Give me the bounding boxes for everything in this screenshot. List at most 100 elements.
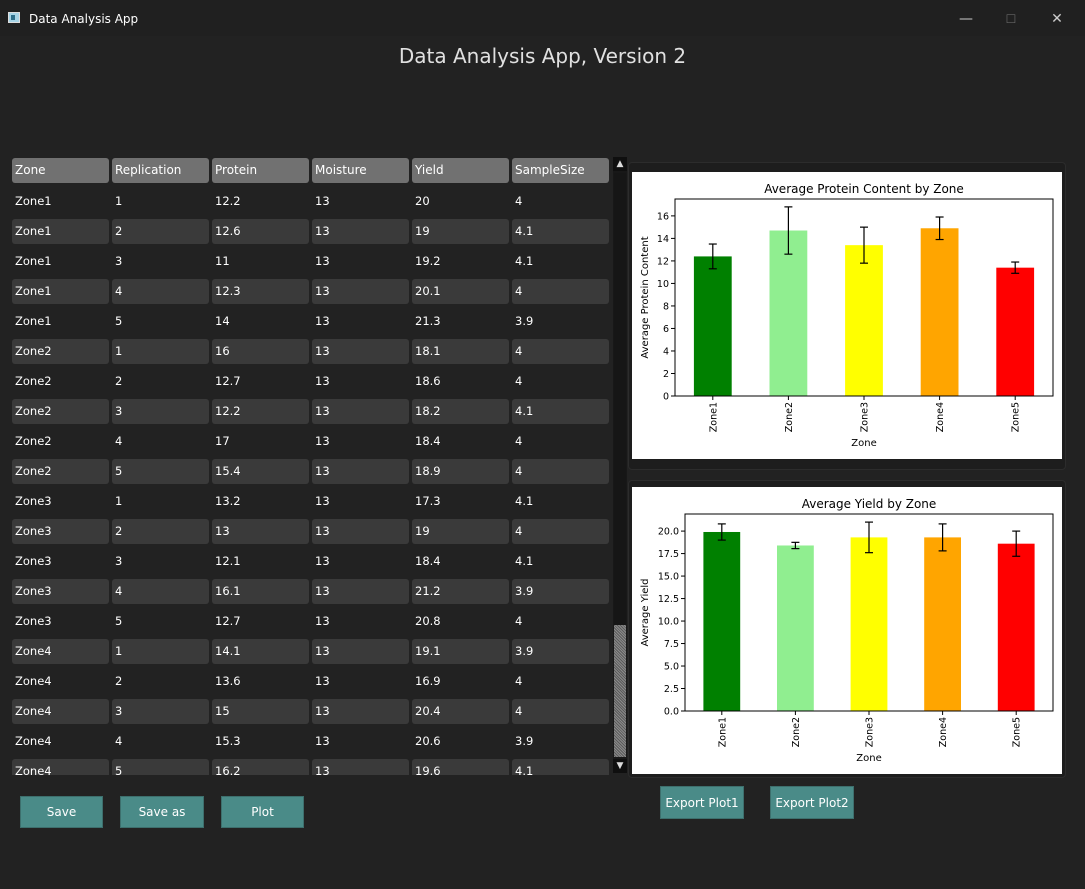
table-cell[interactable]: 14	[212, 309, 309, 334]
table-cell[interactable]: Zone3	[12, 489, 109, 514]
table-cell[interactable]: Zone3	[12, 549, 109, 574]
table-cell[interactable]: 20.8	[412, 609, 509, 634]
table-cell[interactable]: Zone4	[12, 759, 109, 775]
table-cell[interactable]: 18.4	[412, 429, 509, 454]
table-cell[interactable]: 4	[512, 459, 609, 484]
minimize-icon[interactable]: —	[946, 6, 986, 32]
table-cell[interactable]: 14.1	[212, 639, 309, 664]
table-cell[interactable]: 3	[112, 249, 209, 274]
table-cell[interactable]: 13	[212, 519, 309, 544]
table-cell[interactable]: Zone2	[12, 429, 109, 454]
table-cell[interactable]: Zone3	[12, 579, 109, 604]
table-cell[interactable]: 4.1	[512, 759, 609, 775]
table-cell[interactable]: 1	[112, 639, 209, 664]
table-cell[interactable]: 15.3	[212, 729, 309, 754]
table-cell[interactable]: 19.1	[412, 639, 509, 664]
table-cell[interactable]: 20	[412, 189, 509, 214]
table-cell[interactable]: 13	[312, 429, 409, 454]
column-header[interactable]: Replication	[112, 158, 209, 183]
table-cell[interactable]: 4	[512, 189, 609, 214]
export-plot1-button[interactable]: Export Plot1	[660, 786, 744, 819]
table-cell[interactable]: 4	[112, 429, 209, 454]
table-cell[interactable]: 1	[112, 489, 209, 514]
table-cell[interactable]: 4	[512, 429, 609, 454]
table-cell[interactable]: 17	[212, 429, 309, 454]
table-cell[interactable]: 13.6	[212, 669, 309, 694]
table-cell[interactable]: 13	[312, 759, 409, 775]
table-cell[interactable]: 2	[112, 219, 209, 244]
table-cell[interactable]: 19.6	[412, 759, 509, 775]
table-cell[interactable]: 20.1	[412, 279, 509, 304]
table-cell[interactable]: 17.3	[412, 489, 509, 514]
table-cell[interactable]: 13	[312, 609, 409, 634]
column-header[interactable]: SampleSize	[512, 158, 609, 183]
table-cell[interactable]: 19	[412, 519, 509, 544]
table-cell[interactable]: 1	[112, 339, 209, 364]
table-cell[interactable]: Zone1	[12, 309, 109, 334]
table-cell[interactable]: 4.1	[512, 399, 609, 424]
table-cell[interactable]: 5	[112, 309, 209, 334]
table-cell[interactable]: 13	[312, 399, 409, 424]
table-cell[interactable]: 12.3	[212, 279, 309, 304]
table-cell[interactable]: 12.2	[212, 399, 309, 424]
table-cell[interactable]: 3.9	[512, 309, 609, 334]
column-header[interactable]: Yield	[412, 158, 509, 183]
table-cell[interactable]: 16	[212, 339, 309, 364]
table-cell[interactable]: 18.1	[412, 339, 509, 364]
table-cell[interactable]: 18.9	[412, 459, 509, 484]
table-cell[interactable]: 21.3	[412, 309, 509, 334]
export-plot2-button[interactable]: Export Plot2	[770, 786, 854, 819]
table-cell[interactable]: 3	[112, 699, 209, 724]
table-cell[interactable]: 13	[312, 339, 409, 364]
table-cell[interactable]: 13	[312, 249, 409, 274]
table-cell[interactable]: Zone3	[12, 519, 109, 544]
table-cell[interactable]: Zone2	[12, 459, 109, 484]
table-cell[interactable]: 13.2	[212, 489, 309, 514]
scrollbar-track[interactable]	[614, 173, 626, 625]
table-cell[interactable]: 12.1	[212, 549, 309, 574]
table-cell[interactable]: 11	[212, 249, 309, 274]
table-cell[interactable]: Zone1	[12, 249, 109, 274]
table-cell[interactable]: 13	[312, 579, 409, 604]
table-cell[interactable]: 16.1	[212, 579, 309, 604]
table-scrollbar[interactable]: ▲ ▼	[613, 157, 627, 773]
table-cell[interactable]: 4.1	[512, 249, 609, 274]
table-cell[interactable]: 12.7	[212, 369, 309, 394]
table-cell[interactable]: 4.1	[512, 219, 609, 244]
table-cell[interactable]: 13	[312, 669, 409, 694]
table-cell[interactable]: Zone1	[12, 189, 109, 214]
table-cell[interactable]: 18.6	[412, 369, 509, 394]
table-cell[interactable]: 4	[512, 609, 609, 634]
table-cell[interactable]: 4	[112, 579, 209, 604]
scroll-down-arrow-icon[interactable]: ▼	[613, 759, 627, 773]
column-header[interactable]: Protein	[212, 158, 309, 183]
table-cell[interactable]: Zone4	[12, 729, 109, 754]
table-cell[interactable]: 4	[512, 669, 609, 694]
table-cell[interactable]: Zone2	[12, 399, 109, 424]
table-cell[interactable]: Zone4	[12, 669, 109, 694]
save-as-button[interactable]: Save as	[120, 796, 204, 828]
scrollbar-thumb[interactable]	[614, 625, 626, 757]
table-cell[interactable]: 1	[112, 189, 209, 214]
save-button[interactable]: Save	[20, 796, 103, 828]
close-icon[interactable]: ✕	[1037, 6, 1077, 32]
table-cell[interactable]: 15.4	[212, 459, 309, 484]
table-cell[interactable]: 3.9	[512, 729, 609, 754]
table-cell[interactable]: Zone4	[12, 699, 109, 724]
table-cell[interactable]: 4.1	[512, 489, 609, 514]
table-cell[interactable]: 21.2	[412, 579, 509, 604]
data-table[interactable]: Zone Replication Protein Moisture Yield Sampl…	[10, 155, 610, 775]
table-cell[interactable]: 4	[512, 699, 609, 724]
table-cell[interactable]: 16.9	[412, 669, 509, 694]
table-cell[interactable]: 5	[112, 609, 209, 634]
table-cell[interactable]: Zone1	[12, 219, 109, 244]
table-cell[interactable]: 4	[112, 729, 209, 754]
table-cell[interactable]: 3	[112, 549, 209, 574]
column-header[interactable]: Moisture	[312, 158, 409, 183]
table-cell[interactable]: 3.9	[512, 579, 609, 604]
table-cell[interactable]: Zone3	[12, 609, 109, 634]
table-cell[interactable]: 2	[112, 669, 209, 694]
table-cell[interactable]: 19	[412, 219, 509, 244]
table-cell[interactable]: 4	[512, 369, 609, 394]
table-cell[interactable]: 2	[112, 369, 209, 394]
